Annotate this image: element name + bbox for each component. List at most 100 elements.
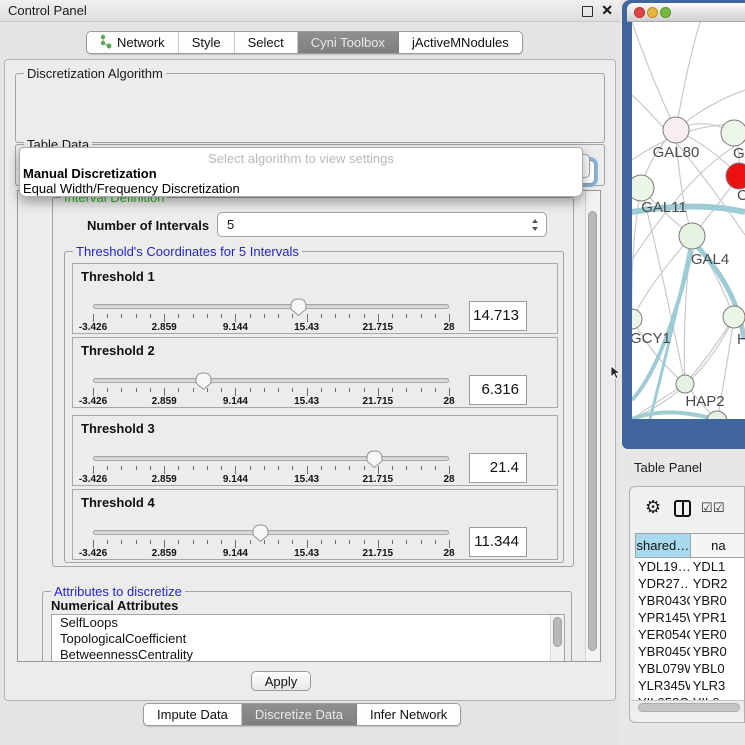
- zoom-traffic-light-icon[interactable]: [660, 7, 671, 18]
- tick-label: 21.715: [363, 548, 394, 559]
- tab-infer-network[interactable]: Infer Network: [357, 704, 460, 725]
- tick-label: 2.859: [152, 396, 177, 407]
- list-item[interactable]: SelfLoops: [52, 615, 564, 631]
- minimize-traffic-light-icon[interactable]: [647, 7, 658, 18]
- threshold-value-field[interactable]: 21.4: [469, 453, 527, 483]
- network-node[interactable]: [723, 306, 745, 328]
- gear-icon[interactable]: ⚙: [645, 498, 661, 516]
- table-row[interactable]: YBR045CYBR0: [635, 643, 745, 660]
- scrollbar-thumb[interactable]: [638, 703, 740, 712]
- tick-mark: [221, 314, 222, 318]
- network-graph: GAL80GACGAL11GAL4GCY1HHAP2: [632, 22, 745, 419]
- network-node[interactable]: [726, 163, 745, 189]
- tab-select[interactable]: Select: [235, 32, 298, 53]
- node-label: GAL11: [641, 199, 687, 216]
- algorithm-option-equal-width[interactable]: Equal Width/Frequency Discretization: [23, 181, 240, 196]
- network-node[interactable]: [679, 223, 705, 249]
- table-row[interactable]: YBL079WYBL0: [635, 660, 745, 677]
- checkbox-icon[interactable]: ☑: [701, 500, 713, 516]
- desktop: Control Panel ✕ NetworkStyle Select Cyni T…: [0, 0, 745, 745]
- network-window-titlebar[interactable]: [627, 3, 745, 22]
- network-node[interactable]: [663, 117, 689, 143]
- tick-mark: [335, 314, 336, 318]
- scrollbar-thumb[interactable]: [588, 211, 597, 651]
- apply-button[interactable]: Apply: [251, 671, 311, 691]
- node-label: GCY1: [632, 330, 671, 347]
- threshold-panel: Threshold 3-3.4262.8599.14415.4321.71528…: [72, 415, 558, 486]
- tick-mark: [264, 314, 265, 318]
- tick-mark: [136, 388, 137, 392]
- table-row[interactable]: YER054CYER0: [635, 626, 745, 643]
- tab-impute-data[interactable]: Impute Data: [144, 704, 242, 725]
- table-cell: YDR2: [690, 575, 745, 592]
- column-header[interactable]: shared…: [635, 533, 690, 558]
- network-node[interactable]: [721, 120, 745, 146]
- close-traffic-light-icon[interactable]: [634, 7, 645, 18]
- network-canvas[interactable]: GAL80GACGAL11GAL4GCY1HHAP2: [632, 22, 745, 419]
- tick-mark: [349, 466, 350, 470]
- checkbox-icon[interactable]: ☑: [713, 500, 725, 516]
- tab-label: Infer Network: [370, 707, 447, 722]
- column-header[interactable]: na: [690, 533, 745, 558]
- control-panel-titlebar: Control Panel ✕: [0, 0, 620, 22]
- split-columns-icon[interactable]: [674, 500, 691, 517]
- node-label: H: [737, 331, 745, 348]
- settings-vertical-scrollbar[interactable]: [585, 191, 600, 661]
- slider-track[interactable]: [93, 530, 449, 535]
- slider-track[interactable]: [93, 378, 449, 383]
- threshold-value-field[interactable]: 14.713: [469, 301, 527, 331]
- tick-label: 9.144: [223, 474, 248, 485]
- number-of-intervals-select[interactable]: 5: [217, 212, 547, 237]
- slider-tick-labels: -3.4262.8599.14415.4321.71528: [93, 396, 449, 408]
- tick-mark: [392, 466, 393, 470]
- slider-track[interactable]: [93, 456, 449, 461]
- network-edge[interactable]: [641, 188, 685, 384]
- list-item[interactable]: TopologicalCoefficient: [52, 631, 564, 647]
- tab-jactivemnodules[interactable]: jActiveMNodules: [399, 32, 522, 53]
- attributes-list-scrollbar[interactable]: [550, 615, 564, 662]
- network-node[interactable]: [676, 375, 694, 393]
- tab-style[interactable]: Style: [179, 32, 235, 53]
- tab-label: Select: [248, 35, 284, 50]
- tick-label: -3.426: [79, 396, 107, 407]
- threshold-value-field[interactable]: 6.316: [469, 375, 527, 405]
- tick-label: 9.144: [223, 396, 248, 407]
- threshold-label: Threshold 4: [81, 495, 155, 510]
- close-window-icon[interactable]: ✕: [601, 2, 613, 19]
- numerical-attributes-list[interactable]: SelfLoopsTopologicalCoefficientBetweenne…: [51, 614, 565, 662]
- tick-mark: [307, 314, 308, 322]
- table-cell: YPR1: [690, 609, 745, 626]
- algorithm-option-manual[interactable]: Manual Discretization: [23, 166, 157, 181]
- slider-track[interactable]: [93, 304, 449, 309]
- tick-mark: [292, 314, 293, 318]
- threshold-value-field[interactable]: 11.344: [469, 527, 527, 557]
- table-cell: YER054C: [635, 626, 690, 643]
- tick-mark: [150, 388, 151, 392]
- table-row[interactable]: YBR043CYBR0: [635, 592, 745, 609]
- scrollbar-thumb[interactable]: [553, 617, 562, 647]
- tab-cyni-toolbox[interactable]: Cyni Toolbox: [298, 32, 399, 53]
- float-window-icon[interactable]: [582, 6, 593, 17]
- network-node[interactable]: [632, 309, 642, 329]
- table-cell: YLR3: [690, 677, 745, 694]
- tick-label: 21.715: [363, 322, 394, 333]
- tick-mark: [378, 388, 379, 396]
- tab-discretize-data[interactable]: Discretize Data: [242, 704, 357, 725]
- table-row[interactable]: YDL19…YDL1: [635, 558, 745, 575]
- threshold-panel: Threshold 1-3.4262.8599.14415.4321.71528…: [72, 263, 558, 334]
- tick-mark: [321, 466, 322, 470]
- table-horizontal-scrollbar[interactable]: [631, 700, 745, 712]
- table-row[interactable]: YDR27…YDR2: [635, 575, 745, 592]
- tick-label: 28: [443, 548, 454, 559]
- network-node[interactable]: [632, 175, 654, 201]
- tick-mark: [321, 388, 322, 392]
- network-edge[interactable]: [685, 317, 734, 384]
- table-cell: YDL19…: [635, 558, 690, 575]
- table-row[interactable]: YPR145WYPR1: [635, 609, 745, 626]
- tab-label: Cyni Toolbox: [311, 35, 385, 50]
- network-edge[interactable]: [632, 22, 676, 130]
- list-item[interactable]: BetweennessCentrality: [52, 647, 564, 662]
- tab-network[interactable]: Network: [87, 32, 179, 53]
- table-row[interactable]: YLR345WYLR3: [635, 677, 745, 694]
- tick-mark: [278, 540, 279, 544]
